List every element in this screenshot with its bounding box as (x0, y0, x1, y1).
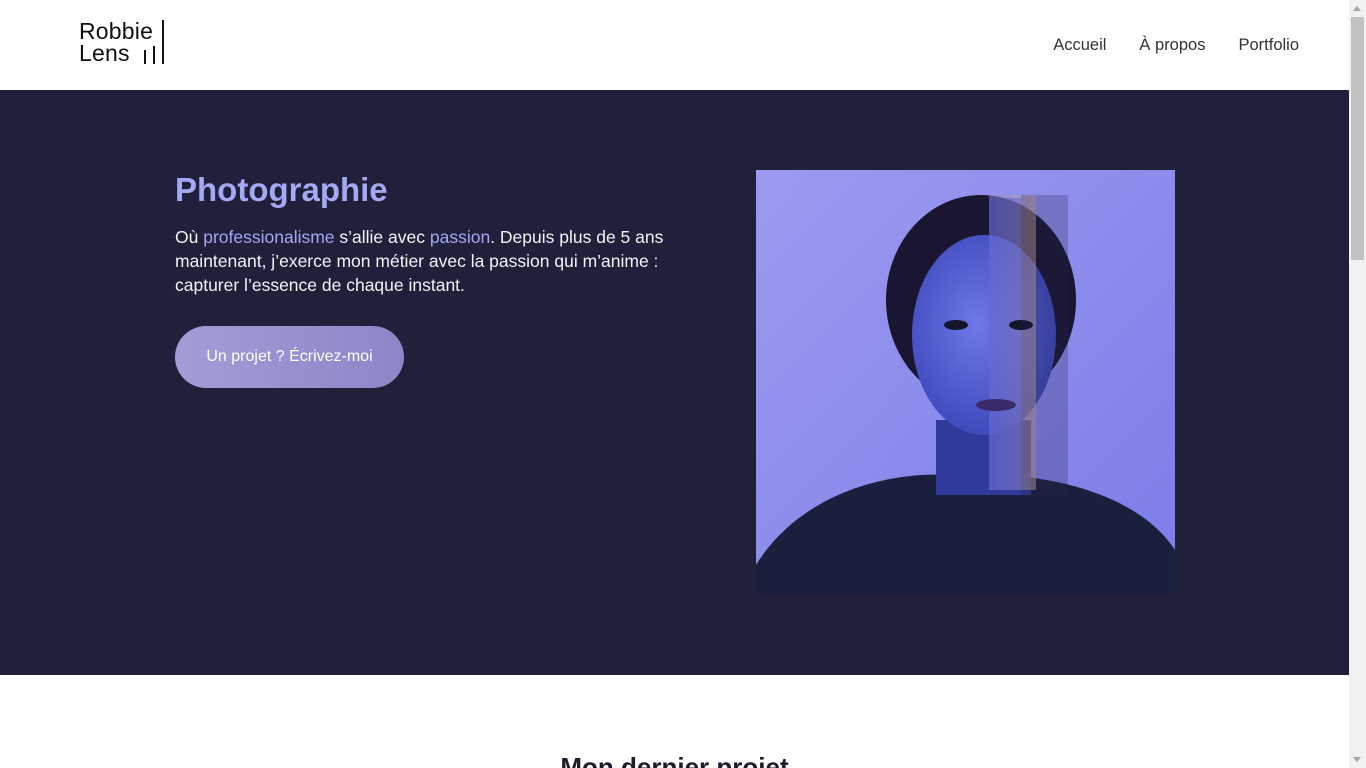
logo-bar-icon (144, 50, 146, 64)
contact-button[interactable]: Un projet ? Écrivez-moi (175, 326, 404, 388)
scrollbar-thumb[interactable] (1351, 17, 1364, 260)
scroll-down-icon[interactable] (1349, 751, 1366, 768)
page: Robbie Lens Accueil À propos Portfolio P… (0, 0, 1349, 768)
highlight-passion: passion (429, 227, 491, 247)
hero-text-part1: Où (175, 227, 204, 247)
hero-portrait-image (756, 170, 1175, 595)
nav-accueil[interactable]: Accueil (1053, 34, 1106, 56)
page-scrollbar[interactable] (1349, 0, 1366, 768)
hero-title: Photographie (175, 171, 388, 208)
logo[interactable]: Robbie Lens (79, 19, 169, 67)
latest-project-heading: Mon dernier projet (560, 752, 789, 768)
logo-bar-icon (162, 20, 164, 64)
logo-bar-icon (153, 46, 155, 64)
hero-description: Où professionalisme s’allie avec passion… (175, 225, 695, 297)
nav-portfolio[interactable]: Portfolio (1238, 34, 1299, 56)
portrait-illustration (756, 170, 1175, 595)
scroll-up-icon[interactable] (1349, 0, 1366, 17)
highlight-professionalisme: professionalisme (203, 227, 335, 247)
hero-text-part2: s’allie avec (334, 227, 430, 247)
logo-line2: Lens (79, 40, 130, 66)
hero-section: Photographie Où professionalisme s’allie… (0, 90, 1349, 675)
nav-a-propos[interactable]: À propos (1139, 34, 1205, 56)
main-nav: Accueil À propos Portfolio (1053, 34, 1299, 56)
site-header: Robbie Lens Accueil À propos Portfolio (0, 0, 1349, 90)
